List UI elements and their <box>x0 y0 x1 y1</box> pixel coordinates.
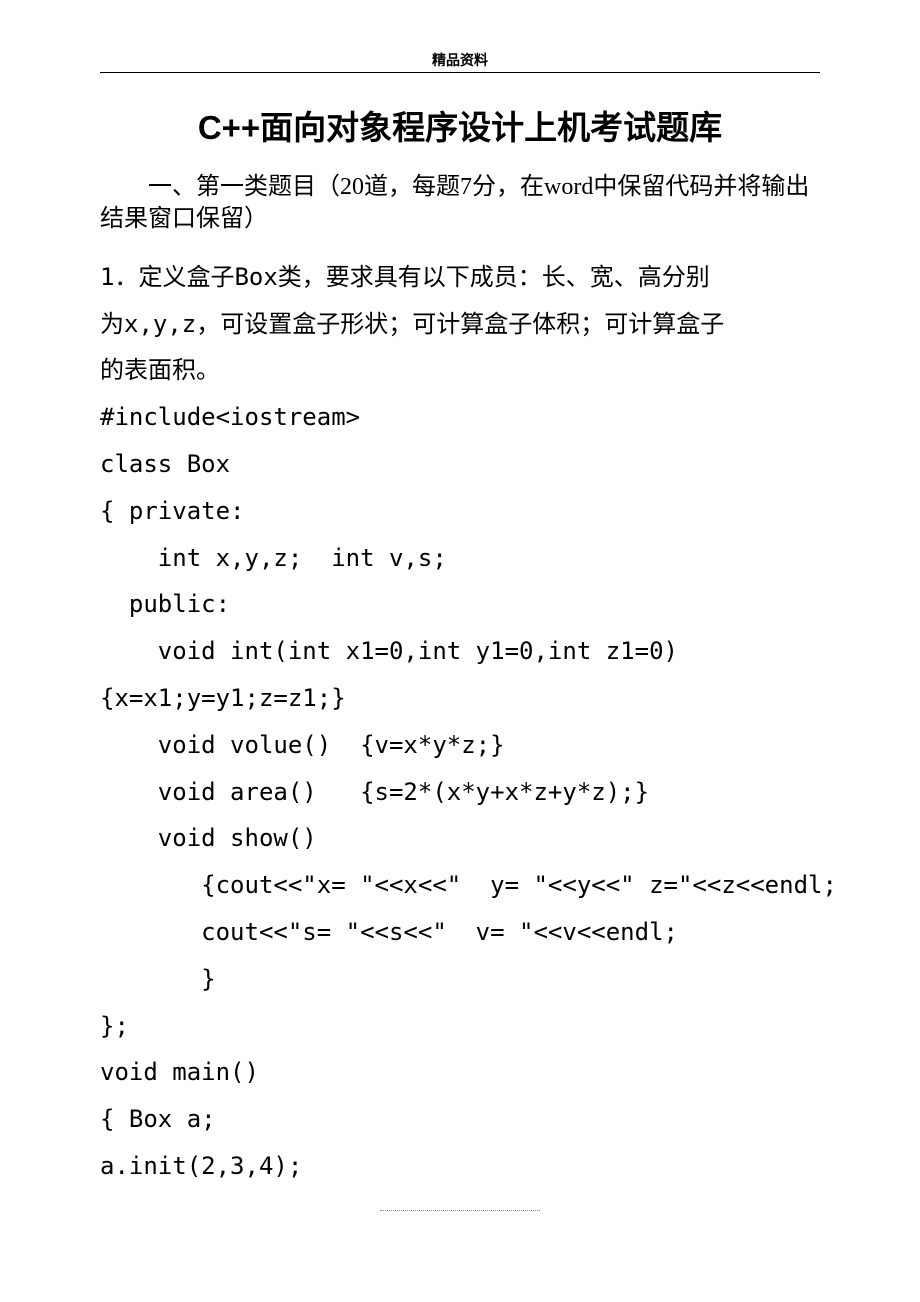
body-line: cout<<"s= "<<s<<" v= "<<v<<endl; <box>100 909 820 956</box>
body-line: class Box <box>100 441 820 488</box>
body-line: }; <box>100 1003 820 1050</box>
body-line: {cout<<"x= "<<x<<" y= "<<y<<" z="<<z<<en… <box>100 862 820 909</box>
body-line: void int(int x1=0,int y1=0,int z1=0) <box>100 628 820 675</box>
body-line: 为x,y,z，可设置盒子形状；可计算盒子体积；可计算盒子 <box>100 301 820 348</box>
body-line: #include<iostream> <box>100 394 820 441</box>
body-line: a.init(2,3,4); <box>100 1143 820 1190</box>
section-intro: 一、第一类题目（20道，每题7分，在word中保留代码并将输出结果窗口保留） <box>100 171 820 236</box>
body-line: public: <box>100 581 820 628</box>
header-label: 精品资料 <box>100 50 820 73</box>
body-line: void show() <box>100 815 820 862</box>
body-line: int x,y,z; int v,s; <box>100 535 820 582</box>
body-line: { Box a; <box>100 1096 820 1143</box>
body-line: {x=x1;y=y1;z=z1;} <box>100 675 820 722</box>
body-line: 的表面积。 <box>100 347 820 394</box>
body-line: 1．定义盒子Box类，要求具有以下成员：长、宽、高分别 <box>100 254 820 301</box>
body-line: void area() {s=2*(x*y+x*z+y*z);} <box>100 769 820 816</box>
body-line: void main() <box>100 1049 820 1096</box>
footer-divider <box>380 1210 540 1211</box>
body-line: } <box>100 956 820 1003</box>
body-line: { private: <box>100 488 820 535</box>
document-title: C++面向对象程序设计上机考试题库 <box>100 101 820 149</box>
body-line: void volue() {v=x*y*z;} <box>100 722 820 769</box>
document-page: 精品资料 C++面向对象程序设计上机考试题库 一、第一类题目（20道，每题7分，… <box>0 0 920 1241</box>
